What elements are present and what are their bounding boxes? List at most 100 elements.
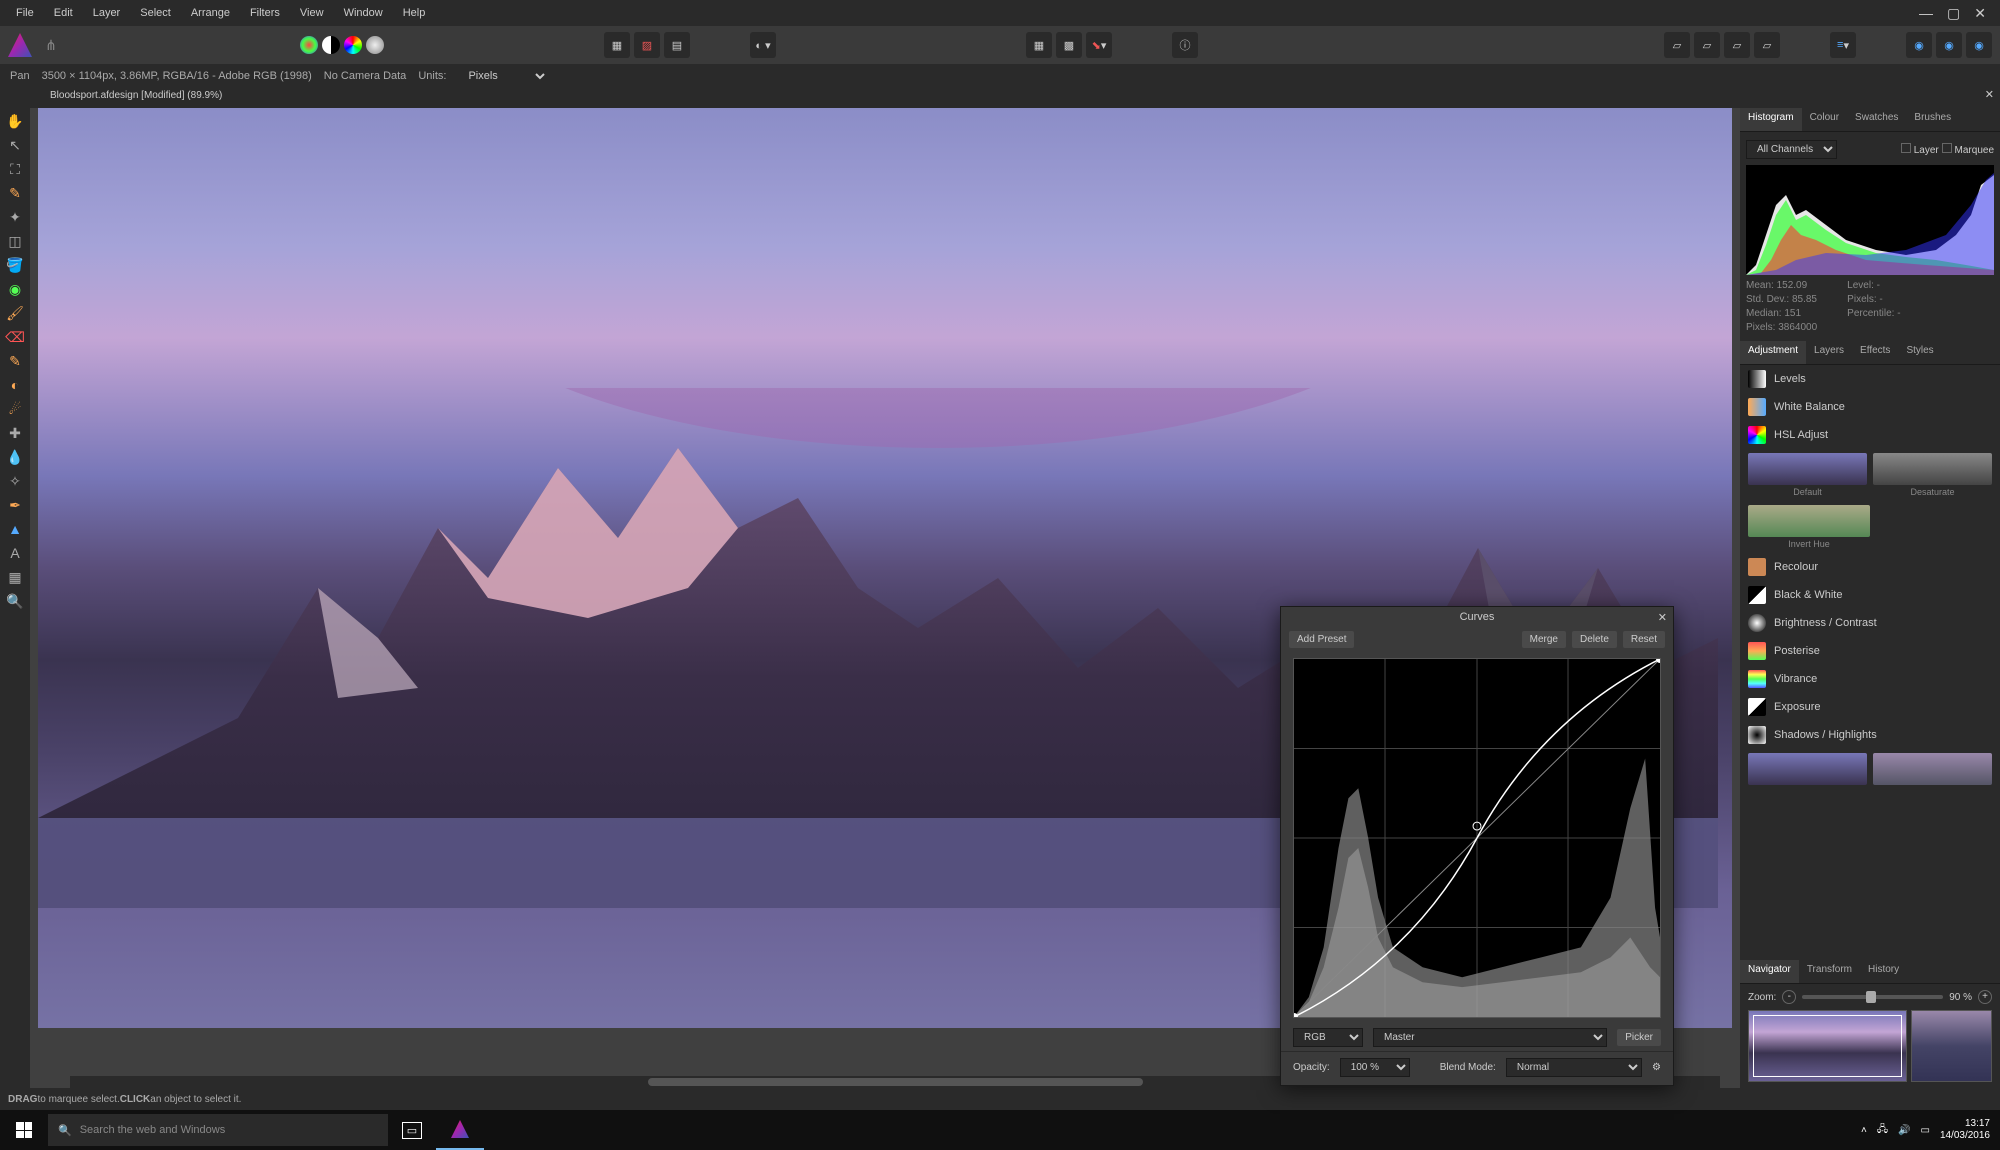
- layer-checkbox[interactable]: Layer: [1901, 145, 1939, 156]
- preset-desaturate[interactable]: Desaturate: [1873, 453, 1992, 497]
- marquee-tool-icon[interactable]: ◫: [6, 232, 24, 250]
- tab-transform[interactable]: Transform: [1799, 960, 1860, 983]
- selection-subtract-button[interactable]: ▤: [664, 32, 690, 58]
- curves-close-icon[interactable]: ✕: [1658, 611, 1667, 624]
- arrange-front-button[interactable]: ▱: [1754, 32, 1780, 58]
- preset-thumb-a[interactable]: [1748, 753, 1867, 785]
- units-select[interactable]: Pixels: [458, 67, 548, 85]
- marquee-checkbox[interactable]: Marquee: [1942, 145, 1994, 156]
- tab-history[interactable]: History: [1860, 960, 1907, 983]
- tray-clock[interactable]: 13:17 14/03/2016: [1940, 1118, 1990, 1142]
- grid-button[interactable]: ▦: [1026, 32, 1052, 58]
- crop-tool-icon[interactable]: ⛶: [6, 160, 24, 178]
- snapping-button[interactable]: ⬊ ▾: [1086, 32, 1112, 58]
- curves-graph[interactable]: [1293, 658, 1661, 1018]
- smudge-tool-icon[interactable]: ☄: [6, 400, 24, 418]
- menu-arrange[interactable]: Arrange: [181, 3, 240, 23]
- taskbar-app-affinity[interactable]: [436, 1110, 484, 1150]
- flood-select-tool-icon[interactable]: ✦: [6, 208, 24, 226]
- zoom-slider-handle[interactable]: [1866, 991, 1876, 1003]
- adjustment-shadows[interactable]: Shadows / Highlights: [1740, 721, 2000, 749]
- tab-styles[interactable]: Styles: [1898, 341, 1941, 364]
- maximize-icon[interactable]: ▢: [1947, 5, 1960, 22]
- tab-swatches[interactable]: Swatches: [1847, 108, 1906, 131]
- menu-edit[interactable]: Edit: [44, 3, 83, 23]
- taskbar-search[interactable]: 🔍 Search the web and Windows: [48, 1114, 388, 1146]
- adjustment-recolour[interactable]: Recolour: [1740, 553, 2000, 581]
- flood-fill-tool-icon[interactable]: 🪣: [6, 256, 24, 274]
- tray-volume-icon[interactable]: 🔊: [1898, 1125, 1910, 1136]
- tab-colour[interactable]: Colour: [1802, 108, 1847, 131]
- adjustment-white-balance[interactable]: White Balance: [1740, 393, 2000, 421]
- menu-filters[interactable]: Filters: [240, 3, 290, 23]
- tray-network-icon[interactable]: 🖧: [1877, 1122, 1888, 1139]
- pan-tool-icon[interactable]: ✋: [6, 112, 24, 130]
- adjustment-posterise[interactable]: Posterise: [1740, 637, 2000, 665]
- selection-add-button[interactable]: ▨: [634, 32, 660, 58]
- document-tab[interactable]: Bloodsport.afdesign [Modified] (89.9%): [38, 88, 234, 108]
- navigator-thumbnail[interactable]: [1748, 1010, 1907, 1082]
- adjustment-bw[interactable]: Black & White: [1740, 581, 2000, 609]
- zoom-slider[interactable]: [1802, 995, 1943, 999]
- merge-button[interactable]: Merge: [1522, 631, 1566, 648]
- clone-tool-icon[interactable]: ✎: [6, 352, 24, 370]
- selection-new-button[interactable]: ▦: [604, 32, 630, 58]
- arrange-backward-button[interactable]: ▱: [1694, 32, 1720, 58]
- tab-brushes[interactable]: Brushes: [1906, 108, 1959, 131]
- close-icon[interactable]: ✕: [1974, 5, 1986, 22]
- gradient-button[interactable]: [366, 36, 384, 54]
- curves-colorspace-select[interactable]: RGB: [1293, 1028, 1363, 1047]
- histogram-channel-select[interactable]: All Channels: [1746, 140, 1837, 159]
- swatch-button[interactable]: [300, 36, 318, 54]
- hue-wheel-button[interactable]: [344, 36, 362, 54]
- preset-default[interactable]: Default: [1748, 453, 1867, 497]
- minimize-icon[interactable]: —: [1919, 5, 1933, 22]
- reset-button[interactable]: Reset: [1623, 631, 1665, 648]
- quick-mask-button[interactable]: ◐ ▾: [750, 32, 776, 58]
- tab-layers[interactable]: Layers: [1806, 341, 1852, 364]
- shape-tool-icon[interactable]: ▲: [6, 520, 24, 538]
- persona-liquify-button[interactable]: ◉: [1936, 32, 1962, 58]
- preset-invert-hue[interactable]: Invert Hue: [1748, 505, 1870, 549]
- zoom-out-button[interactable]: -: [1782, 990, 1796, 1004]
- delete-button[interactable]: Delete: [1572, 631, 1617, 648]
- scrollbar-thumb[interactable]: [648, 1078, 1143, 1086]
- adjustment-brightness[interactable]: Brightness / Contrast: [1740, 609, 2000, 637]
- add-preset-button[interactable]: Add Preset: [1289, 631, 1354, 648]
- task-view-button[interactable]: ▭: [388, 1110, 436, 1150]
- tab-navigator[interactable]: Navigator: [1740, 960, 1799, 983]
- menu-file[interactable]: File: [6, 3, 44, 23]
- paint-brush-tool-icon[interactable]: 🖌: [6, 304, 24, 322]
- pen-tool-icon[interactable]: ✒: [6, 496, 24, 514]
- tray-notifications-icon[interactable]: ▭: [1920, 1125, 1929, 1136]
- tab-adjustment[interactable]: Adjustment: [1740, 341, 1806, 364]
- text-tool-icon[interactable]: A: [6, 544, 24, 562]
- zoom-in-button[interactable]: +: [1978, 990, 1992, 1004]
- mesh-tool-icon[interactable]: ▦: [6, 568, 24, 586]
- tab-effects[interactable]: Effects: [1852, 341, 1898, 364]
- curves-channel-select[interactable]: Master: [1373, 1028, 1607, 1047]
- tray-chevron-icon[interactable]: ˄: [1861, 1125, 1867, 1136]
- document-tab-close-icon[interactable]: ✕: [1985, 88, 2000, 108]
- adjustment-hsl[interactable]: HSL Adjust: [1740, 421, 2000, 449]
- adjustment-vibrance[interactable]: Vibrance: [1740, 665, 2000, 693]
- navigator-thumbnail-alt[interactable]: [1911, 1010, 1992, 1082]
- move-tool-icon[interactable]: ↖: [6, 136, 24, 154]
- retouch-tool-icon[interactable]: ✧: [6, 472, 24, 490]
- menu-layer[interactable]: Layer: [83, 3, 131, 23]
- align-button[interactable]: ≡ ▾: [1830, 32, 1856, 58]
- zoom-tool-icon[interactable]: 🔍: [6, 592, 24, 610]
- arrange-back-button[interactable]: ▱: [1664, 32, 1690, 58]
- dodge-tool-icon[interactable]: ◐: [6, 376, 24, 394]
- adjustment-exposure[interactable]: Exposure: [1740, 693, 2000, 721]
- erase-brush-tool-icon[interactable]: ⌫: [6, 328, 24, 346]
- start-button[interactable]: [0, 1110, 48, 1150]
- share-icon[interactable]: ⋔: [42, 36, 60, 54]
- preset-thumb-b[interactable]: [1873, 753, 1992, 785]
- persona-develop-button[interactable]: ◉: [1966, 32, 1992, 58]
- contrast-button[interactable]: [322, 36, 340, 54]
- blend-mode-select[interactable]: Normal: [1506, 1058, 1642, 1077]
- assistant-button[interactable]: ⓘ: [1172, 32, 1198, 58]
- adjustment-levels[interactable]: Levels: [1740, 365, 2000, 393]
- persona-photo-button[interactable]: ◉: [1906, 32, 1932, 58]
